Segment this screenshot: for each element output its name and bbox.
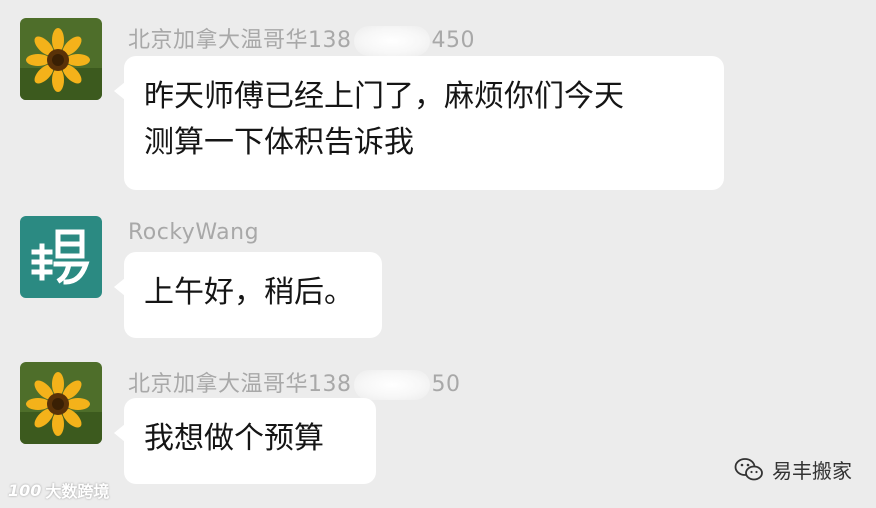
message-text: 我想做个预算 — [144, 421, 324, 456]
sunflower-avatar[interactable] — [20, 18, 102, 100]
message-bubble[interactable]: 我想做个预算 — [114, 398, 376, 484]
sunflower-icon — [20, 362, 102, 444]
message-bubble[interactable]: 昨天师傅已经上门了，麻烦你们今天 测算一下体积告诉我 — [114, 56, 724, 190]
sender-name-prefix: 北京加拿大温哥华138 — [128, 372, 352, 397]
sunflower-icon — [20, 18, 102, 100]
message-bubble[interactable]: 上午好，稍后。 — [114, 252, 382, 338]
yifeng-logo-icon — [31, 229, 90, 285]
sunflower-avatar[interactable] — [20, 362, 102, 444]
sender-name-prefix: 北京加拿大温哥华138 — [128, 28, 352, 53]
message-text-line: 测算一下体积告诉我 — [144, 125, 414, 160]
sender-name: 北京加拿大温哥华138 450 — [128, 22, 475, 56]
sender-name: 北京加拿大温哥华138 50 — [128, 366, 461, 400]
sender-name-suffix: 450 — [431, 28, 475, 53]
watermark-left: 100 大数跨境 — [8, 478, 109, 502]
sender-name-suffix: 50 — [431, 372, 461, 397]
watermark-logo: 100 — [8, 480, 42, 500]
watermark-right-text: 易丰搬家 — [772, 459, 852, 483]
wechat-icon — [734, 457, 763, 480]
sender-name: RockyWang — [128, 220, 260, 245]
redacted-blur — [353, 26, 430, 56]
watermark-left-text: 大数跨境 — [45, 482, 110, 501]
message-text: 上午好，稍后。 — [144, 275, 354, 310]
redacted-blur — [353, 370, 430, 400]
yifeng-logo-avatar[interactable] — [20, 216, 102, 298]
watermark-right: 易丰搬家 — [734, 455, 852, 484]
message-text-line: 昨天师傅已经上门了，麻烦你们今天 — [144, 79, 624, 114]
